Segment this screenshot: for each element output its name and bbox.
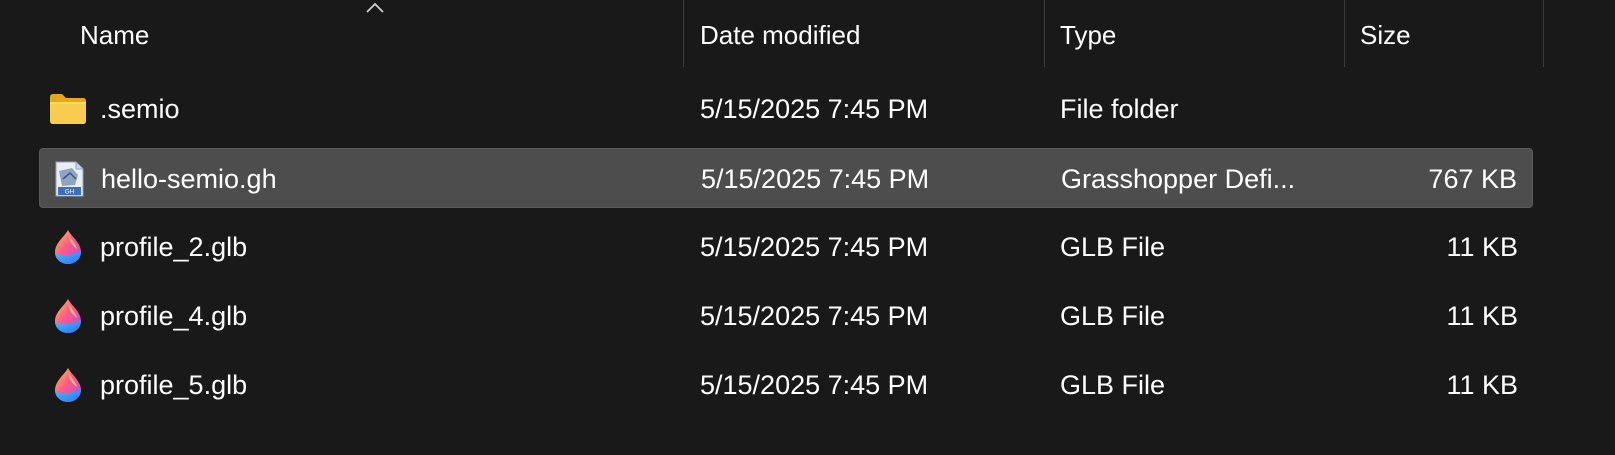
file-type: GLB File [1060, 301, 1166, 331]
file-size: 767 KB [1428, 164, 1517, 194]
file-date-modified: 5/15/2025 7:45 PM [700, 370, 929, 400]
file-size: 11 KB [1446, 232, 1518, 262]
column-header-name[interactable]: Name [0, 0, 683, 67]
file-name: hello-semio.gh [101, 164, 277, 194]
column-header-bar: Name Date modified Type Size [0, 0, 1615, 67]
file-type: GLB File [1060, 370, 1166, 400]
file-size: 11 KB [1446, 370, 1518, 400]
file-date-modified: 5/15/2025 7:45 PM [701, 164, 930, 194]
file-row[interactable]: profile_5.glb 5/15/2025 7:45 PM GLB File 11… [39, 355, 1533, 415]
file-name: profile_4.glb [100, 301, 248, 331]
column-resize-handle-name[interactable] [683, 0, 684, 67]
column-header-date-modified[interactable]: Date modified [683, 0, 1044, 67]
file-explorer-details-view: Name Date modified Type Size .semio 5/15/… [0, 0, 1615, 455]
file-date-modified: 5/15/2025 7:45 PM [700, 232, 929, 262]
glb-file-icon [49, 298, 87, 334]
column-resize-handle-date[interactable] [1044, 0, 1045, 67]
file-type: File folder [1060, 94, 1179, 124]
svg-text:GH: GH [65, 189, 75, 196]
file-row[interactable]: GH hello-semio.gh 5/15/2025 7:45 PM Grassh… [39, 148, 1533, 208]
file-size: 11 KB [1446, 301, 1518, 331]
glb-file-icon [49, 229, 87, 265]
folder-icon [49, 91, 87, 127]
file-date-modified: 5/15/2025 7:45 PM [700, 301, 929, 331]
file-date-modified: 5/15/2025 7:45 PM [700, 94, 929, 124]
file-row[interactable]: profile_2.glb 5/15/2025 7:45 PM GLB File 11… [39, 217, 1533, 277]
file-row[interactable]: .semio 5/15/2025 7:45 PM File folder [39, 79, 1533, 139]
file-name: .semio [100, 94, 180, 124]
grasshopper-file-icon: GH [50, 161, 88, 197]
sort-ascending-chevron-icon [366, 2, 384, 13]
column-header-size[interactable]: Size [1344, 0, 1543, 67]
column-resize-handle-size[interactable] [1543, 0, 1544, 67]
glb-file-icon [49, 367, 87, 403]
column-header-type[interactable]: Type [1044, 0, 1344, 67]
column-resize-handle-type[interactable] [1344, 0, 1345, 67]
file-name: profile_2.glb [100, 232, 248, 262]
file-row[interactable]: profile_4.glb 5/15/2025 7:45 PM GLB File 11… [39, 286, 1533, 346]
file-type: GLB File [1060, 232, 1166, 262]
file-name: profile_5.glb [100, 370, 248, 400]
file-type: Grasshopper Defi... [1061, 164, 1296, 194]
